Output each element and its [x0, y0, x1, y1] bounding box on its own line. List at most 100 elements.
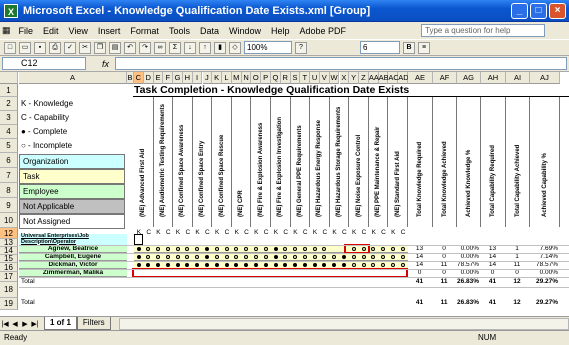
- first-sheet-icon[interactable]: |◀: [0, 320, 10, 328]
- column-header-c[interactable]: C: [134, 72, 144, 84]
- font-size-select[interactable]: 6: [360, 41, 400, 54]
- chart-wizard-icon[interactable]: ▮: [214, 41, 226, 54]
- column-header-f[interactable]: F: [163, 72, 174, 84]
- row-header-10[interactable]: 10: [0, 213, 18, 228]
- help-icon[interactable]: ?: [295, 41, 307, 54]
- column-header-aa[interactable]: AA: [368, 72, 379, 84]
- column-header-ac[interactable]: AC: [388, 72, 399, 84]
- tab-filters[interactable]: Filters: [76, 317, 111, 330]
- row-header-2[interactable]: 2: [0, 97, 18, 111]
- align-icon[interactable]: ≡: [418, 41, 430, 54]
- column-header-w[interactable]: W: [329, 72, 340, 84]
- help-search-input[interactable]: Type a question for help: [421, 24, 545, 37]
- row-header-17[interactable]: 17: [0, 272, 18, 282]
- column-header-y[interactable]: Y: [349, 72, 360, 84]
- maximize-button[interactable]: □: [530, 3, 547, 19]
- column-header-j[interactable]: J: [202, 72, 213, 84]
- row-header-8[interactable]: 8: [0, 183, 18, 198]
- column-header-af[interactable]: AF: [433, 72, 457, 84]
- menu-data[interactable]: Data: [195, 26, 224, 36]
- last-sheet-icon[interactable]: ▶|: [30, 320, 40, 328]
- column-header-z[interactable]: Z: [359, 72, 369, 84]
- new-icon[interactable]: □: [4, 41, 16, 54]
- column-header-g[interactable]: G: [173, 72, 183, 84]
- menu-insert[interactable]: Insert: [93, 26, 126, 36]
- close-button[interactable]: ×: [549, 3, 566, 19]
- column-header-s[interactable]: S: [290, 72, 301, 84]
- name-box[interactable]: C12: [2, 57, 86, 70]
- column-header-d[interactable]: D: [143, 72, 154, 84]
- menu-window[interactable]: Window: [224, 26, 266, 36]
- row-header-4[interactable]: 4: [0, 125, 18, 139]
- redo-icon[interactable]: ↷: [139, 41, 151, 54]
- open-icon[interactable]: ▭: [19, 41, 31, 54]
- menu-edit[interactable]: Edit: [38, 26, 64, 36]
- fx-icon[interactable]: fx: [102, 59, 109, 69]
- undo-icon[interactable]: ↶: [124, 41, 136, 54]
- row-header-9[interactable]: 9: [0, 198, 18, 213]
- tab-page[interactable]: 1 of 1: [44, 317, 77, 330]
- column-header-v[interactable]: V: [319, 72, 330, 84]
- menu-view[interactable]: View: [64, 26, 93, 36]
- column-header-i[interactable]: I: [192, 72, 203, 84]
- autosum-icon[interactable]: Σ: [169, 41, 181, 54]
- column-header-k[interactable]: K: [212, 72, 223, 84]
- column-header-e[interactable]: E: [153, 72, 164, 84]
- spell-icon[interactable]: ✓: [64, 41, 76, 54]
- row-header-15[interactable]: 15: [0, 255, 18, 263]
- next-sheet-icon[interactable]: ▶: [20, 320, 30, 328]
- column-header-m[interactable]: M: [231, 72, 242, 84]
- hyperlink-icon[interactable]: ∞: [154, 41, 166, 54]
- menu-adobe-pdf[interactable]: Adobe PDF: [295, 26, 352, 36]
- menu-tools[interactable]: Tools: [164, 26, 195, 36]
- column-header-b[interactable]: B: [127, 72, 134, 84]
- zoom-select[interactable]: 100%: [244, 41, 292, 54]
- column-header-ad[interactable]: AD: [398, 72, 409, 84]
- print-icon[interactable]: ⎙: [49, 41, 61, 54]
- row-header-1[interactable]: 1: [0, 84, 18, 97]
- select-all-corner[interactable]: [0, 72, 18, 84]
- column-header-p[interactable]: P: [261, 72, 271, 84]
- worksheet-grid[interactable]: A B C D E F G H I J K L M N O P Q R S T U V W X Y Z AA AB AC AD AE AF AG…: [0, 72, 569, 316]
- column-header-n[interactable]: N: [241, 72, 252, 84]
- column-header-l[interactable]: L: [222, 72, 232, 84]
- row-header-19[interactable]: 19: [0, 298, 18, 310]
- bold-icon[interactable]: B: [403, 41, 415, 54]
- horizontal-scrollbar[interactable]: [118, 317, 569, 330]
- minimize-button[interactable]: _: [511, 3, 528, 19]
- formula-input[interactable]: [115, 57, 567, 70]
- column-header-r[interactable]: R: [280, 72, 291, 84]
- column-header-h[interactable]: H: [182, 72, 193, 84]
- active-cell[interactable]: [134, 234, 143, 245]
- column-header-t[interactable]: T: [300, 72, 311, 84]
- menu-file[interactable]: File: [14, 26, 39, 36]
- paste-icon[interactable]: ▤: [109, 41, 121, 54]
- cut-icon[interactable]: ✂: [79, 41, 91, 54]
- column-header-o[interactable]: O: [251, 72, 262, 84]
- drawing-icon[interactable]: ◇: [229, 41, 241, 54]
- copy-icon[interactable]: ❐: [94, 41, 106, 54]
- save-icon[interactable]: ▪: [34, 41, 46, 54]
- row-header-18[interactable]: 18: [0, 282, 18, 298]
- prev-sheet-icon[interactable]: ◀: [10, 320, 20, 328]
- column-header-ai[interactable]: AI: [506, 72, 530, 84]
- column-header-x[interactable]: X: [339, 72, 350, 84]
- column-header-ah[interactable]: AH: [481, 72, 506, 84]
- column-header-ab[interactable]: AB: [378, 72, 389, 84]
- column-header-a[interactable]: A: [19, 72, 127, 84]
- menu-help[interactable]: Help: [266, 26, 295, 36]
- row-header-5[interactable]: 5: [0, 139, 18, 153]
- sort-asc-icon[interactable]: ↓: [184, 41, 196, 54]
- column-header-ae[interactable]: AE: [408, 72, 433, 84]
- doc-icon[interactable]: ▦: [2, 25, 11, 36]
- row-header-6[interactable]: 6: [0, 153, 18, 168]
- menu-format[interactable]: Format: [125, 26, 164, 36]
- column-header-aj[interactable]: AJ: [530, 72, 560, 84]
- row-header-7[interactable]: 7: [0, 168, 18, 183]
- row-header-3[interactable]: 3: [0, 111, 18, 125]
- column-header-ag[interactable]: AG: [457, 72, 481, 84]
- sort-desc-icon[interactable]: ↑: [199, 41, 211, 54]
- column-header-q[interactable]: Q: [271, 72, 281, 84]
- column-header-u[interactable]: U: [310, 72, 320, 84]
- row-header-16[interactable]: 16: [0, 263, 18, 272]
